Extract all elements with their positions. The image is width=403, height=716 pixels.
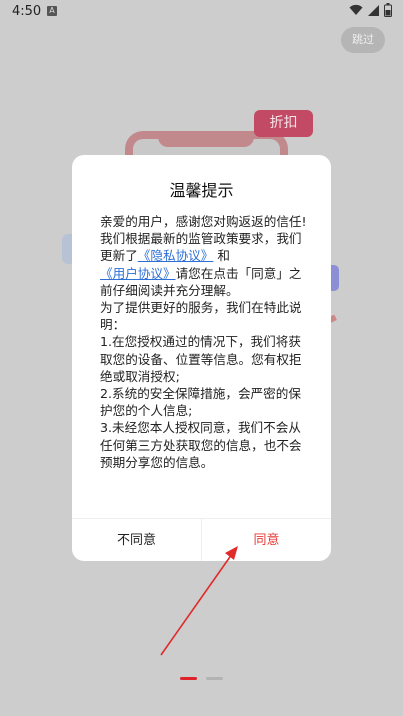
dialog-footer: 不同意 同意	[72, 518, 331, 561]
disagree-button[interactable]: 不同意	[72, 519, 202, 561]
dialog-paragraph-intro: 为了提供更好的服务，我们在特此说明：	[100, 300, 302, 333]
dialog-item-2: 2.系统的安全保障措施，会严密的保护您的个人信息;	[100, 386, 301, 419]
dialog-body: 亲爱的用户，感谢您对购返返的信任! 我们根据最新的监管政策要求，我们更新了《隐私…	[100, 213, 308, 471]
discount-badge: 折扣	[254, 110, 313, 137]
privacy-dialog: 温馨提示 亲爱的用户，感谢您对购返返的信任! 我们根据最新的监管政策要求，我们更…	[72, 155, 331, 561]
user-agreement-link[interactable]: 《用户协议》	[100, 266, 176, 281]
dialog-paragraph-thanks: 亲爱的用户，感谢您对购返返的信任!	[100, 214, 307, 229]
dialog-item-3: 3.未经您本人授权同意，我们不会从任何第三方处获取您的信息，也不会预期分享您的信…	[100, 420, 302, 470]
status-time: 4:50	[12, 4, 42, 19]
dialog-title: 温馨提示	[169, 181, 234, 200]
battery-icon	[384, 3, 392, 17]
phone-notch-illustration	[158, 131, 254, 147]
privacy-policy-link[interactable]: 《隐私协议》	[138, 248, 214, 263]
illustration-right-shape	[330, 265, 339, 291]
dialog-item-1: 1.在您授权通过的情况下，我们将获取您的设备、位置等信息。您有权拒绝或取消授权;	[100, 334, 302, 384]
wifi-icon	[349, 4, 363, 15]
and-text: 和	[217, 248, 230, 264]
pager-indicator-active	[180, 677, 197, 680]
notification-icon: A	[47, 6, 57, 16]
signal-icon	[368, 5, 379, 16]
skip-button[interactable]: 跳过	[341, 27, 385, 53]
pager-indicator	[206, 677, 223, 680]
agree-button[interactable]: 同意	[202, 519, 331, 561]
status-bar: 4:50 A	[0, 0, 403, 24]
dialog-paragraph-update: 我们根据最新的监管政策要求，我们更新了《隐私协议》 和 《用户协议》请您在点击「…	[100, 230, 308, 299]
